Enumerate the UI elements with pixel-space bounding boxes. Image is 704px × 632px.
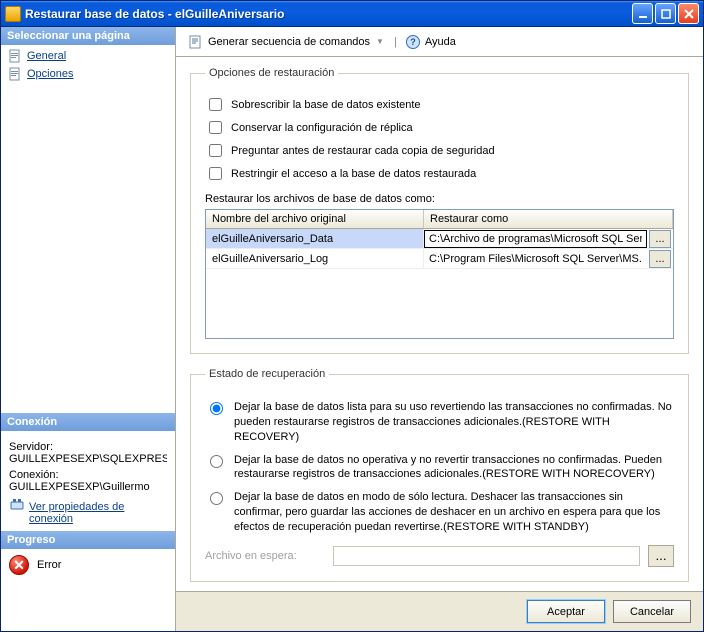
client-area: Seleccionar una página General Opciones … (1, 27, 703, 631)
grid-header: Nombre del archivo original Restaurar co… (206, 210, 673, 229)
help-icon: ? (405, 34, 421, 50)
progress-status: Error (37, 559, 61, 571)
recovery-state-title: Estado de recuperación (205, 368, 329, 380)
browse-path-button[interactable]: ... (649, 250, 671, 268)
standby-browse-button[interactable]: ... (648, 545, 674, 567)
nav-item-general[interactable]: General (1, 47, 175, 65)
conn-value: GUILLEXPESEXP\Guillermo (9, 481, 167, 493)
connection-header: Conexión (1, 413, 175, 431)
nav-label: General (27, 50, 66, 62)
progress-panel: ✕ Error (1, 549, 175, 581)
help-button[interactable]: ? Ayuda (401, 32, 460, 52)
overwrite-label: Sobrescribir la base de datos existente (231, 99, 421, 111)
standby-file-row: Archivo en espera: ... (205, 545, 674, 567)
cancel-button[interactable]: Cancelar (613, 600, 691, 623)
col-original[interactable]: Nombre del archivo original (206, 210, 424, 228)
recovery-label: Dejar la base de datos lista para su uso… (234, 400, 674, 445)
prompt-label: Preguntar antes de restaurar cada copia … (231, 145, 495, 157)
minimize-button[interactable] (632, 3, 653, 24)
window-title: Restaurar base de datos - elGuilleAniver… (25, 7, 632, 21)
standby-file-label: Archivo en espera: (205, 550, 325, 562)
table-row[interactable]: elGuilleAniversario_Log ... (206, 249, 673, 269)
close-icon (684, 9, 694, 19)
prompt-checkbox[interactable] (209, 144, 222, 157)
restore-path-input[interactable] (424, 230, 647, 248)
restrict-label: Restringir el acceso a la base de datos … (231, 168, 476, 180)
norecovery-radio[interactable] (210, 455, 223, 468)
dialog-window: Restaurar base de datos - elGuilleAniver… (0, 0, 704, 632)
recovery-state-group: Estado de recuperación Dejar la base de … (190, 368, 689, 582)
maximize-button[interactable] (655, 3, 676, 24)
script-icon (188, 34, 204, 50)
table-row[interactable]: elGuilleAniversario_Data ... (206, 229, 673, 249)
help-label: Ayuda (425, 36, 456, 48)
progress-header: Progreso (1, 531, 175, 549)
server-label: Servidor: (9, 441, 167, 453)
cell-original: elGuilleAniversario_Data (206, 229, 424, 248)
title-bar[interactable]: Restaurar base de datos - elGuilleAniver… (1, 1, 703, 27)
maximize-icon (661, 9, 671, 19)
page-icon (7, 67, 23, 81)
grid-body: elGuilleAniversario_Data ... elGuilleAni… (206, 229, 673, 338)
restore-options-group: Opciones de restauración Sobrescribir la… (190, 67, 689, 354)
minimize-icon (638, 9, 648, 19)
overwrite-checkbox[interactable] (209, 98, 222, 111)
restrict-checkbox[interactable] (209, 167, 222, 180)
script-label: Generar secuencia de comandos (208, 36, 370, 48)
window-buttons (632, 3, 699, 24)
cell-original: elGuilleAniversario_Log (206, 249, 424, 268)
nav-item-options[interactable]: Opciones (1, 65, 175, 83)
files-grid: Nombre del archivo original Restaurar co… (205, 209, 674, 339)
dropdown-icon: ▼ (376, 37, 384, 46)
select-page-header: Seleccionar una página (1, 27, 175, 45)
ok-button[interactable]: Aceptar (527, 600, 605, 623)
norecovery-label: Dejar la base de datos no operativa y no… (234, 453, 674, 483)
preserve-checkbox[interactable] (209, 121, 222, 134)
standby-radio[interactable] (210, 492, 223, 505)
connection-properties-icon (9, 497, 25, 513)
close-button[interactable] (678, 3, 699, 24)
recovery-radio[interactable] (210, 402, 223, 415)
error-icon: ✕ (9, 555, 29, 575)
connection-panel: Servidor: GUILLEXPESEXP\SQLEXPRESS Conex… (1, 431, 175, 531)
page-icon (7, 49, 23, 63)
left-pane: Seleccionar una página General Opciones … (1, 27, 176, 631)
restore-files-label: Restaurar los archivos de base de datos … (205, 193, 674, 205)
standby-file-input (333, 546, 640, 566)
nav-label: Opciones (27, 68, 73, 80)
script-button[interactable]: Generar secuencia de comandos ▼ (184, 32, 390, 52)
restore-options-title: Opciones de restauración (205, 67, 338, 79)
toolbar: Generar secuencia de comandos ▼ | ? Ayud… (176, 27, 703, 57)
dialog-footer: Aceptar Cancelar (176, 591, 703, 631)
database-icon (5, 6, 21, 22)
server-value: GUILLEXPESEXP\SQLEXPRESS (9, 453, 167, 465)
svg-text:?: ? (410, 37, 416, 47)
col-restore-as[interactable]: Restaurar como (424, 210, 673, 228)
standby-label: Dejar la base de datos en modo de sólo l… (234, 490, 674, 535)
conn-label: Conexión: (9, 469, 167, 481)
content-area: Opciones de restauración Sobrescribir la… (176, 57, 703, 591)
page-nav-list: General Opciones (1, 45, 175, 85)
view-connection-link[interactable]: Ver propiedades de conexión (29, 501, 167, 525)
preserve-label: Conservar la configuración de réplica (231, 122, 413, 134)
browse-path-button[interactable]: ... (649, 230, 671, 248)
restore-path-input[interactable] (424, 250, 647, 268)
right-pane: Generar secuencia de comandos ▼ | ? Ayud… (176, 27, 703, 631)
